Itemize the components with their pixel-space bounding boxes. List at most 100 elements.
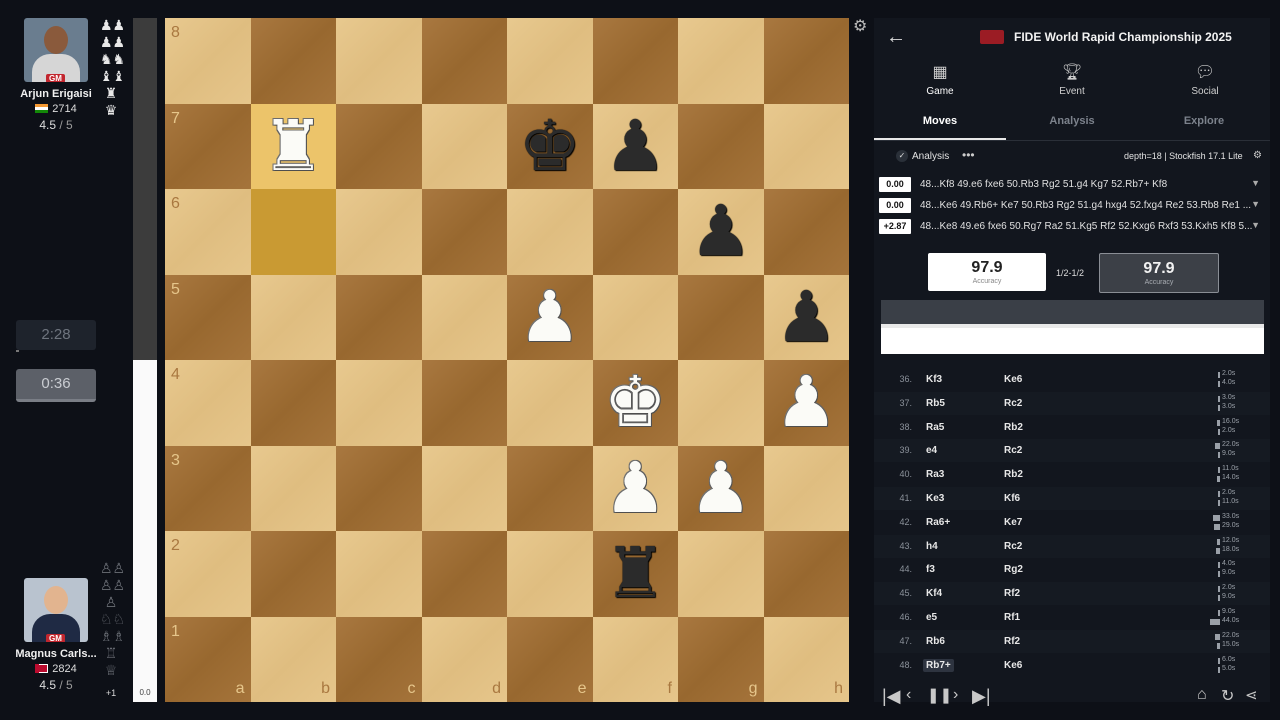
square-e8[interactable] <box>507 18 593 104</box>
square-d8[interactable] <box>421 18 507 104</box>
square-b2[interactable] <box>250 531 336 617</box>
square-g5[interactable] <box>678 274 764 360</box>
square-d4[interactable] <box>421 360 507 446</box>
white-move[interactable]: e4 <box>926 445 937 456</box>
black-move[interactable]: Kf6 <box>1004 493 1020 504</box>
nav-event[interactable]: 🏆︎ Event <box>1027 62 1117 97</box>
analysis-toggle-check-icon[interactable]: ✓ <box>896 150 908 162</box>
black-move[interactable]: Rc2 <box>1004 398 1022 409</box>
square-e3[interactable] <box>507 445 593 531</box>
square-f4[interactable]: ♚ <box>592 360 679 446</box>
white-king-piece[interactable]: ♚ <box>593 360 679 446</box>
square-a1[interactable]: 1a <box>165 616 251 702</box>
square-d2[interactable] <box>421 531 507 617</box>
white-move[interactable]: Rb6 <box>926 636 945 647</box>
black-rook-piece[interactable]: ♜ <box>593 531 679 617</box>
square-b8[interactable] <box>250 18 336 104</box>
square-b3[interactable] <box>250 445 336 531</box>
home-icon[interactable]: ⌂ <box>1197 686 1207 704</box>
square-d7[interactable] <box>421 103 507 189</box>
engine-line-1[interactable]: 0.00 48...Kf8 49.e6 fxe6 50.Rb3 Rg2 51.g4… <box>879 177 1264 193</box>
nav-game[interactable]: ▦ Game <box>895 62 985 97</box>
square-e7[interactable]: ♚ <box>507 103 593 190</box>
white-pawn-piece[interactable]: ♟ <box>593 446 679 532</box>
white-move[interactable]: e5 <box>926 612 937 623</box>
square-h2[interactable] <box>763 531 849 617</box>
square-g8[interactable] <box>678 18 764 104</box>
white-move[interactable]: Ke3 <box>926 493 944 504</box>
square-g2[interactable] <box>678 531 764 617</box>
board-settings-gear-icon[interactable]: ⚙ <box>853 16 867 36</box>
chevron-down-icon[interactable]: ▼ <box>1251 220 1260 230</box>
square-h3[interactable] <box>763 445 849 531</box>
square-g6[interactable]: ♟ <box>678 189 764 275</box>
chevron-down-icon[interactable]: ▼ <box>1251 178 1260 188</box>
more-options-icon[interactable]: ••• <box>962 148 975 162</box>
square-c1[interactable]: c <box>336 616 422 702</box>
square-b1[interactable]: b <box>250 616 336 702</box>
share-icon[interactable]: ⋖ <box>1245 686 1258 704</box>
square-h7[interactable] <box>763 103 849 189</box>
black-move[interactable]: Rc2 <box>1004 445 1022 456</box>
square-f5[interactable] <box>592 274 678 360</box>
black-pawn-piece[interactable]: ♟ <box>593 104 679 190</box>
tab-explore[interactable]: Explore <box>1138 115 1270 127</box>
next-move-icon[interactable]: › <box>953 686 958 704</box>
chess-board[interactable]: 8 7 ♜ ♚ ♟ 6 ♟ 5 ♟ ♟ 4 ♚ ♟ 3 ♟ ♟ 2 ♜ 1 a b c d e f g h <box>165 18 849 702</box>
square-e5[interactable]: ♟ <box>507 274 593 361</box>
square-g4[interactable] <box>678 360 764 446</box>
square-e6[interactable] <box>507 189 593 275</box>
square-a6[interactable]: 6 <box>165 189 251 275</box>
square-d1[interactable]: d <box>421 616 507 702</box>
square-e4[interactable] <box>507 360 593 446</box>
white-move[interactable]: f3 <box>926 564 935 575</box>
square-a4[interactable]: 4 <box>165 360 251 446</box>
black-move[interactable]: Rf2 <box>1004 588 1020 599</box>
tab-analysis[interactable]: Analysis <box>1006 115 1138 127</box>
black-king-piece[interactable]: ♚ <box>507 104 593 190</box>
first-move-icon[interactable]: |◀ <box>882 686 901 707</box>
white-move[interactable]: Ra5 <box>926 422 944 433</box>
square-e2[interactable] <box>507 531 593 617</box>
square-f3[interactable]: ♟ <box>592 445 679 532</box>
black-pawn-piece[interactable]: ♟ <box>764 275 850 361</box>
black-move[interactable]: Rg2 <box>1004 564 1023 575</box>
square-d5[interactable] <box>421 274 507 360</box>
white-move[interactable]: Kf3 <box>926 374 942 385</box>
square-b7[interactable]: ♜ <box>250 103 337 190</box>
black-move[interactable]: Rf1 <box>1004 612 1020 623</box>
square-c3[interactable] <box>336 445 422 531</box>
previous-move-icon[interactable]: ‹ <box>906 686 911 704</box>
square-a7[interactable]: 7 <box>165 103 251 189</box>
square-a3[interactable]: 3 <box>165 445 251 531</box>
square-d3[interactable] <box>421 445 507 531</box>
white-rook-piece[interactable]: ♜ <box>251 104 337 190</box>
engine-settings-gear-icon[interactable]: ⚙ <box>1253 150 1262 161</box>
refresh-icon[interactable]: ↻ <box>1221 686 1234 706</box>
white-pawn-piece[interactable]: ♟ <box>507 275 593 361</box>
square-h8[interactable] <box>763 18 849 104</box>
pause-icon[interactable]: ❚❚ <box>927 686 952 704</box>
back-arrow-icon[interactable]: ← <box>886 26 906 49</box>
square-g1[interactable]: g <box>678 616 764 702</box>
white-move[interactable]: Ra6+ <box>926 517 950 528</box>
black-move[interactable]: Rf2 <box>1004 636 1020 647</box>
evaluation-graph[interactable] <box>881 300 1264 354</box>
square-a2[interactable]: 2 <box>165 531 251 617</box>
black-move[interactable]: Ke7 <box>1004 517 1022 528</box>
black-move[interactable]: Rc2 <box>1004 541 1022 552</box>
white-move[interactable]: h4 <box>926 541 938 552</box>
square-h6[interactable] <box>763 189 849 275</box>
square-c5[interactable] <box>336 274 422 360</box>
black-move[interactable]: Rb2 <box>1004 422 1023 433</box>
square-f6[interactable] <box>592 189 678 275</box>
last-move-icon[interactable]: ▶| <box>972 686 991 707</box>
white-pawn-piece[interactable]: ♟ <box>678 446 764 532</box>
white-move[interactable]: Rb5 <box>926 398 945 409</box>
square-a8[interactable]: 8 <box>165 18 251 104</box>
square-g3[interactable]: ♟ <box>678 445 764 532</box>
black-move[interactable]: Ke6 <box>1004 660 1022 671</box>
square-f7[interactable]: ♟ <box>592 103 679 190</box>
square-c7[interactable] <box>336 103 422 189</box>
square-f2[interactable]: ♜ <box>592 531 679 617</box>
